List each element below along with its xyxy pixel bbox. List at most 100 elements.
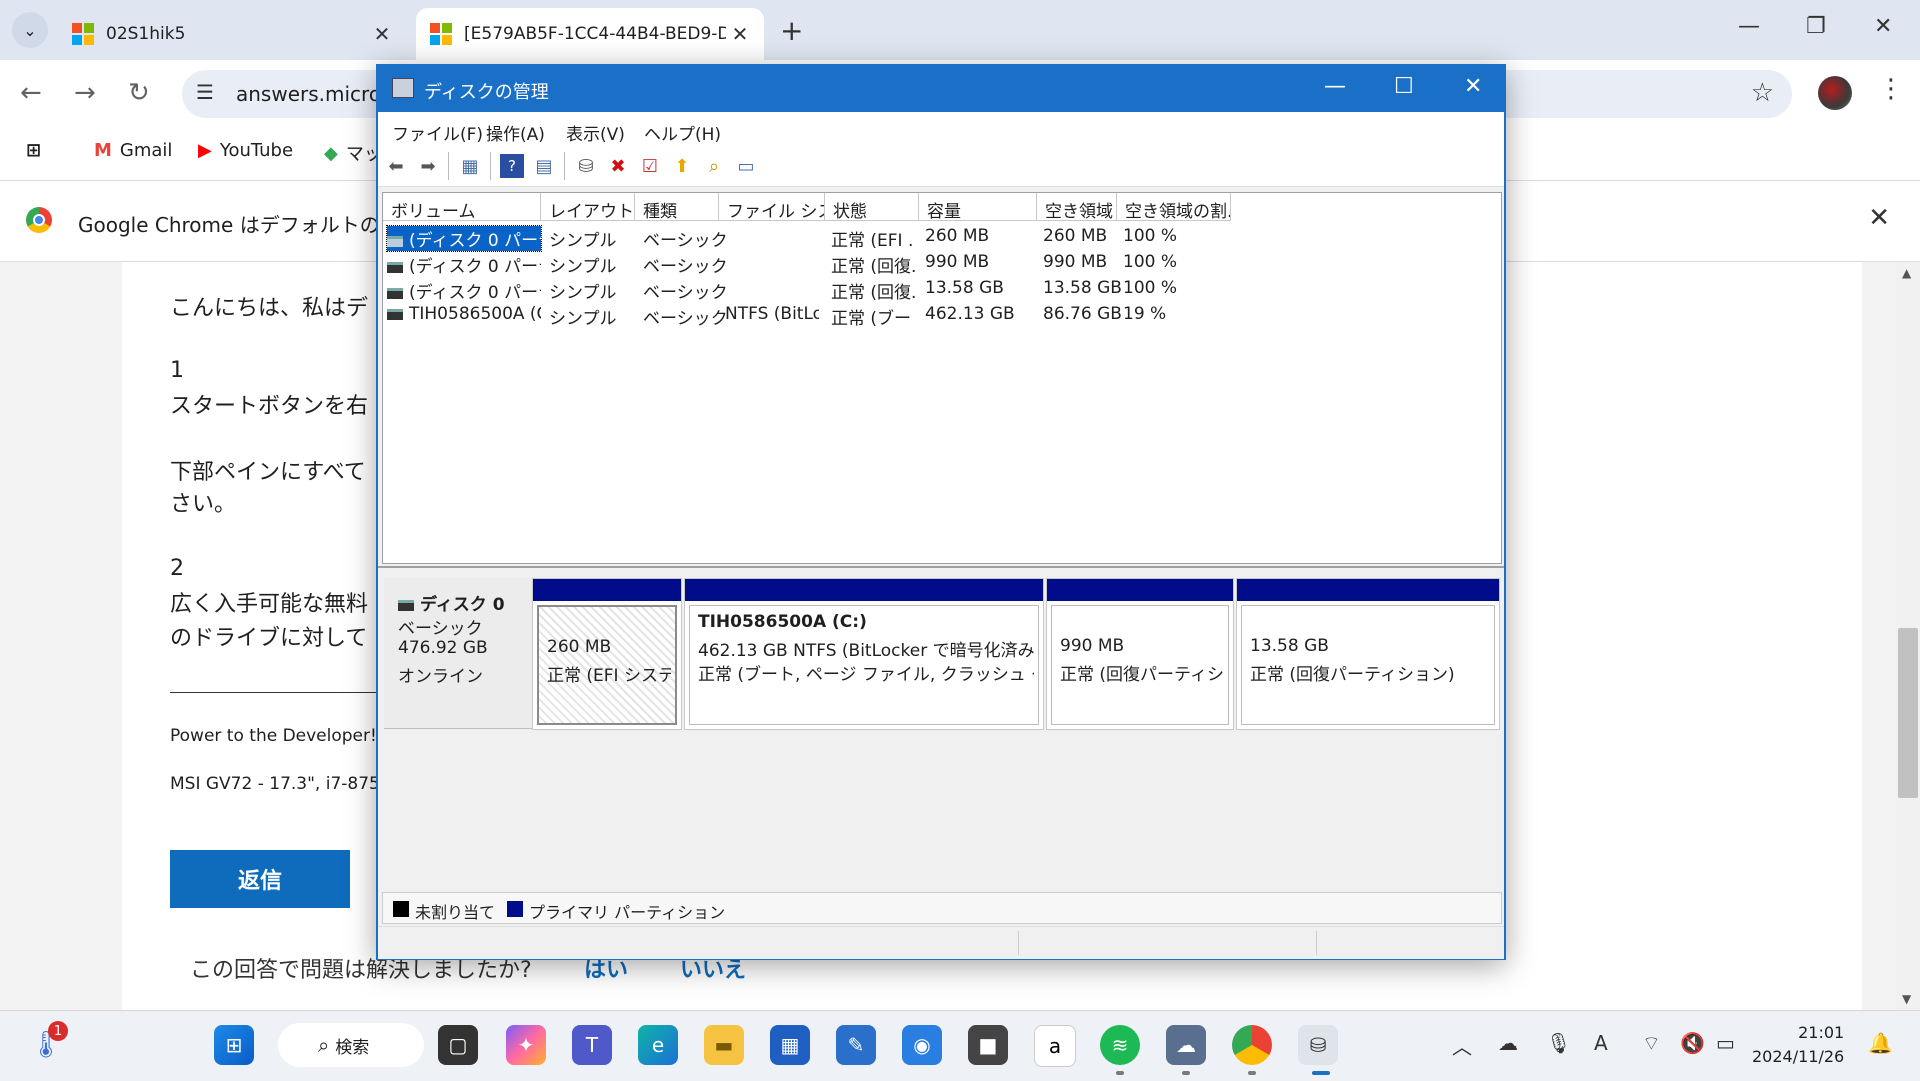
back-button[interactable]: ← <box>20 78 42 108</box>
browser-tab-1[interactable]: 02S1hik5 ✕ <box>58 8 406 60</box>
close-infobar-icon[interactable]: ✕ <box>1868 203 1890 233</box>
bookmark-youtube[interactable]: ▶ YouTube <box>198 140 293 161</box>
taskbar-search[interactable]: ⌕ 検索 <box>278 1023 424 1067</box>
disk-management-icon[interactable]: ⛁ <box>1298 1025 1338 1065</box>
menu-file[interactable]: ファイル(F) <box>392 120 483 145</box>
partition-body: 990 MB 正常 (回復パーティション <box>1051 605 1229 725</box>
clock[interactable]: 21:01 2024/11/26 <box>1752 1021 1844 1069</box>
forward-button[interactable]: → <box>74 78 96 108</box>
scroll-up-icon[interactable]: ▲ <box>1902 266 1911 280</box>
partition-recovery-1[interactable]: 990 MB 正常 (回復パーティション <box>1046 578 1234 730</box>
capacity-cell: 990 MB <box>925 252 990 272</box>
scroll-down-icon[interactable]: ▼ <box>1902 992 1911 1006</box>
free-cell: 86.76 GB <box>1043 304 1122 324</box>
start-icon[interactable]: ⊞ <box>214 1025 254 1065</box>
chrome-icon[interactable] <box>1232 1025 1272 1065</box>
teams-icon[interactable]: T <box>572 1025 612 1065</box>
app-icon[interactable]: ☁ <box>1166 1025 1206 1065</box>
column-header[interactable]: 種類 <box>635 193 719 221</box>
title-bar[interactable]: ディスクの管理 — ☐ ✕ <box>378 66 1504 112</box>
reply-button[interactable]: 返信 <box>170 850 350 908</box>
chevron-up-icon[interactable]: ︿ <box>1452 1031 1472 1060</box>
up-arrow-icon[interactable]: ⬆ <box>670 154 694 178</box>
column-header[interactable]: 空き領域 <box>1037 193 1117 221</box>
bookmark-star-icon[interactable]: ☆ <box>1751 78 1774 108</box>
console-tree-icon[interactable]: ▦ <box>458 154 482 178</box>
battery-icon[interactable]: ▭ <box>1716 1031 1735 1055</box>
notification-bell-icon[interactable]: 🔔 <box>1868 1031 1893 1055</box>
column-header[interactable]: 空き領域の割... <box>1117 193 1231 221</box>
disk-0-label[interactable]: ディスク 0 ベーシック 476.92 GB オンライン <box>384 578 533 729</box>
partition-recovery-2[interactable]: 13.58 GB 正常 (回復パーティション) <box>1236 578 1500 730</box>
table-row[interactable]: (ディスク 0 パーティショ... シンプル ベーシック 正常 (回復... 9… <box>383 249 1501 277</box>
wifi-icon[interactable]: ⌔ <box>1642 1031 1661 1056</box>
menu-action[interactable]: 操作(A) <box>486 120 545 145</box>
copilot-icon[interactable]: ✦ <box>506 1025 546 1065</box>
forward-arrow-icon[interactable]: ➡ <box>416 154 440 178</box>
reload-button[interactable]: ↻ <box>128 78 150 108</box>
answer-text: 1 <box>170 358 184 383</box>
column-header[interactable]: 状態 <box>825 193 919 221</box>
scrollbar-thumb[interactable] <box>1898 628 1918 798</box>
new-tab-button[interactable]: + <box>780 14 803 47</box>
disk-name: ディスク 0 <box>398 590 505 615</box>
microsoft-store-icon[interactable]: ▦ <box>770 1025 810 1065</box>
table-row[interactable]: TIH0586500A (C:) シンプル ベーシック NTFS (BitLo.… <box>383 301 1501 329</box>
close-tab-icon[interactable]: ✕ <box>368 22 396 46</box>
properties-icon[interactable]: ▭ <box>734 154 758 178</box>
free-pct-cell: 100 % <box>1123 226 1178 246</box>
partition-c-drive[interactable]: TIH0586500A (C:) 462.13 GB NTFS (BitLock… <box>684 578 1044 730</box>
onedrive-icon[interactable]: ☁ <box>1498 1031 1518 1055</box>
minimize-button[interactable]: — <box>1738 14 1760 39</box>
layout-cell: シンプル <box>549 231 617 251</box>
edge-icon[interactable]: e <box>638 1025 678 1065</box>
disk-size: 476.92 GB <box>398 638 488 658</box>
bookmark-maps[interactable]: ◆ マッ <box>324 140 382 166</box>
close-button[interactable]: ✕ <box>1464 74 1482 99</box>
column-header[interactable]: ボリューム <box>383 193 541 221</box>
tab-search-button[interactable]: ⌄ <box>12 12 48 48</box>
answer-text: のドライブに対して <box>170 626 368 651</box>
minimize-button[interactable]: — <box>1324 74 1346 99</box>
amazon-icon[interactable]: a <box>1034 1025 1076 1067</box>
search-icon[interactable]: ⌕ <box>702 154 726 178</box>
close-tab-icon[interactable]: ✕ <box>726 22 754 46</box>
app-icon[interactable]: ◉ <box>902 1025 942 1065</box>
help-icon[interactable]: ? <box>500 154 524 178</box>
partition-efi[interactable]: 260 MB 正常 (EFI システム <box>532 578 682 730</box>
file-explorer-icon[interactable]: ▬ <box>704 1025 744 1065</box>
maximize-button[interactable]: ☐ <box>1394 74 1414 99</box>
spotify-icon[interactable]: ≋ <box>1100 1025 1140 1065</box>
microsoft-icon <box>72 23 94 45</box>
table-row[interactable]: (ディスク 0 パーティショ... シンプル ベーシック 正常 (EFI ...… <box>383 223 1501 252</box>
ime-icon[interactable]: A <box>1594 1031 1608 1055</box>
apps-grid-icon[interactable]: ⊞ <box>26 140 49 161</box>
fs-cell: NTFS (BitLo... <box>725 304 819 324</box>
profile-avatar[interactable] <box>1818 76 1852 110</box>
app-icon[interactable]: ✎ <box>836 1025 876 1065</box>
tab-title: 02S1hik5 <box>106 24 186 44</box>
column-header[interactable]: レイアウト <box>541 193 635 221</box>
capacity-cell: 462.13 GB <box>925 304 1015 324</box>
menu-help[interactable]: ヘルプ(H) <box>644 120 721 145</box>
restore-button[interactable]: ❐ <box>1806 14 1826 39</box>
task-view-icon[interactable]: ▢ <box>438 1025 478 1065</box>
window-title: ディスクの管理 <box>424 82 549 103</box>
action-pane-icon[interactable]: ▤ <box>532 154 556 178</box>
camera-icon[interactable]: ■ <box>968 1025 1008 1065</box>
table-row[interactable]: (ディスク 0 パーティショ... シンプル ベーシック 正常 (回復... 1… <box>383 275 1501 303</box>
microphone-icon[interactable]: 🎙 <box>1546 1031 1571 1055</box>
column-header[interactable]: 容量 <box>919 193 1037 221</box>
delete-icon[interactable]: ✖ <box>606 154 630 178</box>
menu-view[interactable]: 表示(V) <box>566 120 625 145</box>
volume-muted-icon[interactable]: 🔇 <box>1680 1031 1705 1055</box>
connect-icon[interactable]: ⛁ <box>574 154 598 178</box>
browser-tab-2[interactable]: [E579AB5F-1CC4-44B4-BED9-DE ✕ <box>416 8 764 60</box>
site-info-icon[interactable]: ☰ <box>196 80 214 104</box>
check-icon[interactable]: ☑ <box>638 154 662 178</box>
column-header[interactable]: ファイル システム <box>719 193 825 221</box>
chrome-menu-icon[interactable]: ⋮ <box>1878 74 1904 104</box>
back-arrow-icon[interactable]: ⬅ <box>384 154 408 178</box>
close-window-button[interactable]: ✕ <box>1874 14 1892 39</box>
bookmark-gmail[interactable]: M Gmail <box>94 140 172 161</box>
